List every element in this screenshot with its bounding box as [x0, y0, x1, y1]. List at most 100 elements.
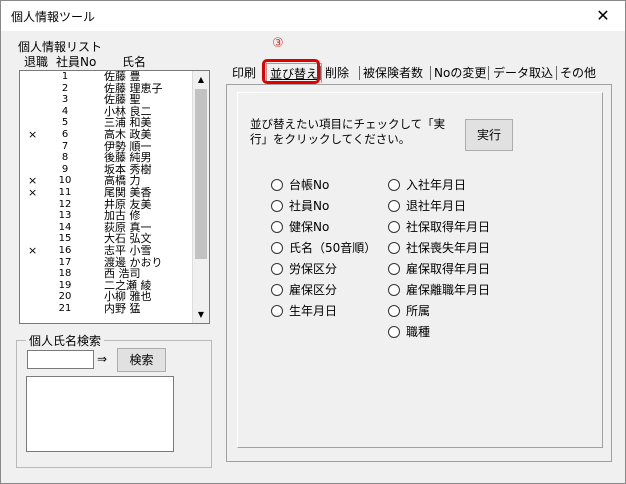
employee-no: 8	[61, 152, 69, 164]
sort-option-label: 生年月日	[289, 304, 338, 318]
employee-no: 13	[58, 210, 72, 222]
list-item[interactable]: × 16 志平 小雪	[20, 245, 193, 257]
tab-separator	[359, 66, 360, 80]
tab-other[interactable]: その他	[560, 63, 596, 83]
sort-option-label: 社員No	[289, 199, 330, 213]
tab-separator	[488, 66, 489, 80]
employee-name: 尾関 美香	[104, 185, 152, 199]
employee-no: 3	[61, 94, 69, 106]
sort-option-label: 職種	[406, 325, 431, 339]
sort-option-label: 雇保離職年月日	[406, 283, 491, 297]
retired-mark: ×	[28, 127, 38, 141]
list-item[interactable]: 18 西 浩司	[20, 268, 193, 280]
employee-no: 17	[58, 256, 72, 268]
employee-no: 9	[61, 163, 69, 175]
employee-name: 西 浩司	[104, 267, 141, 281]
radio-circle-icon[interactable]	[388, 284, 400, 296]
tab-separator	[430, 66, 431, 80]
tab-data-import[interactable]: データ取込	[493, 63, 553, 83]
tab-insured-count[interactable]: 被保険者数	[363, 63, 423, 83]
employee-no: 7	[61, 140, 69, 152]
radio-circle-icon[interactable]	[388, 200, 400, 212]
highlight-box	[262, 59, 320, 84]
employee-no: 10	[58, 175, 72, 187]
list-item[interactable]: × 11 尾関 美香	[20, 187, 193, 199]
employee-no: 2	[61, 82, 69, 94]
retired-mark: ×	[28, 185, 38, 199]
sort-option-label: 社保取得年月日	[406, 220, 491, 234]
radio-circle-icon[interactable]	[388, 179, 400, 191]
close-icon[interactable]: ✕	[581, 1, 625, 31]
search-group-label: 個人氏名検索	[26, 332, 105, 349]
window-title: 個人情報ツール	[11, 10, 96, 24]
employee-no: 5	[61, 117, 69, 129]
employee-name: 志平 小雪	[104, 243, 152, 257]
tab-change-no[interactable]: Noの変更	[434, 63, 486, 83]
employee-no: 16	[58, 244, 72, 256]
execute-button[interactable]: 実行	[465, 119, 513, 151]
header-name: 氏名	[122, 55, 147, 69]
search-button[interactable]: 検索	[117, 348, 166, 372]
employee-name: 後藤 純男	[104, 151, 152, 165]
retired-mark: ×	[28, 243, 38, 257]
sort-option-label: 健保No	[289, 220, 330, 234]
sort-option-label: 労保区分	[289, 262, 338, 276]
list-headers: 退職 社員No 氏名	[24, 53, 204, 69]
employee-no: 4	[61, 105, 69, 117]
employee-no: 6	[61, 128, 69, 140]
radio-circle-icon[interactable]	[388, 263, 400, 275]
list-item[interactable]: 21 内野 猛	[20, 303, 193, 315]
search-result-box[interactable]	[26, 376, 174, 452]
tab-delete[interactable]: 削除	[325, 63, 349, 83]
sort-option-label: 氏名（50音順）	[289, 241, 377, 255]
radio-circle-icon[interactable]	[388, 221, 400, 233]
radio-circle-icon[interactable]	[271, 242, 283, 254]
tab-separator	[556, 66, 557, 80]
radio-circle-icon[interactable]	[271, 179, 283, 191]
header-retired: 退職	[24, 55, 49, 69]
employee-no: 19	[58, 279, 72, 291]
radio-circle-icon[interactable]	[388, 242, 400, 254]
employee-name: 内野 猛	[104, 301, 141, 315]
list-rows: 1 佐藤 豊 2 佐藤 理恵子 3 佐藤 聖 4 小林 良二 5 三浦 和美 × 6 高木 政美 7 伊勢 …	[20, 71, 193, 314]
employee-no: 20	[58, 291, 72, 303]
employee-no: 12	[58, 198, 72, 210]
tab-print[interactable]: 印刷	[232, 63, 256, 83]
step-annotation: ③	[272, 36, 284, 51]
radio-circle-icon[interactable]	[388, 305, 400, 317]
sort-option-label: 社保喪失年月日	[406, 241, 491, 255]
sort-option-label: 所属	[406, 304, 431, 318]
radio-circle-icon[interactable]	[271, 200, 283, 212]
scroll-thumb[interactable]	[195, 89, 207, 259]
employee-name: 高木 政美	[104, 127, 152, 141]
list-scrollbar[interactable]: ▲ ▼	[192, 71, 209, 323]
employee-no: 18	[58, 268, 72, 280]
employee-no: 21	[58, 302, 72, 314]
list-item[interactable]: 1 佐藤 豊	[20, 71, 193, 83]
employee-listbox[interactable]: 1 佐藤 豊 2 佐藤 理恵子 3 佐藤 聖 4 小林 良二 5 三浦 和美 × 6 高木 政美 7 伊勢 …	[19, 70, 210, 324]
employee-no: 11	[58, 186, 72, 198]
radio-circle-icon[interactable]	[271, 263, 283, 275]
scroll-down-icon[interactable]: ▼	[193, 306, 209, 323]
sort-option-label: 入社年月日	[406, 178, 467, 192]
radio-circle-icon[interactable]	[271, 221, 283, 233]
sort-option-label: 台帳No	[289, 178, 330, 192]
sort-option-label: 雇保取得年月日	[406, 262, 491, 276]
search-input[interactable]	[27, 350, 94, 369]
arrow-icon: ⇒	[97, 352, 108, 366]
employee-name: 加古 修	[104, 209, 141, 223]
sort-option-label: 雇保区分	[289, 283, 338, 297]
radio-circle-icon[interactable]	[271, 305, 283, 317]
employee-name: 佐藤 豊	[104, 70, 141, 83]
employee-no: 14	[58, 221, 72, 233]
list-item[interactable]: × 6 高木 政美	[20, 129, 193, 141]
radio-circle-icon[interactable]	[388, 326, 400, 338]
employee-no: 15	[58, 233, 72, 245]
list-item[interactable]: 8 後藤 純男	[20, 152, 193, 164]
sort-option-label: 退社年月日	[406, 199, 467, 213]
scroll-up-icon[interactable]: ▲	[193, 71, 209, 88]
radio-circle-icon[interactable]	[271, 284, 283, 296]
title-bar: 個人情報ツール ✕	[1, 1, 625, 31]
tab-separator	[320, 66, 321, 80]
list-item[interactable]: 13 加古 修	[20, 210, 193, 222]
